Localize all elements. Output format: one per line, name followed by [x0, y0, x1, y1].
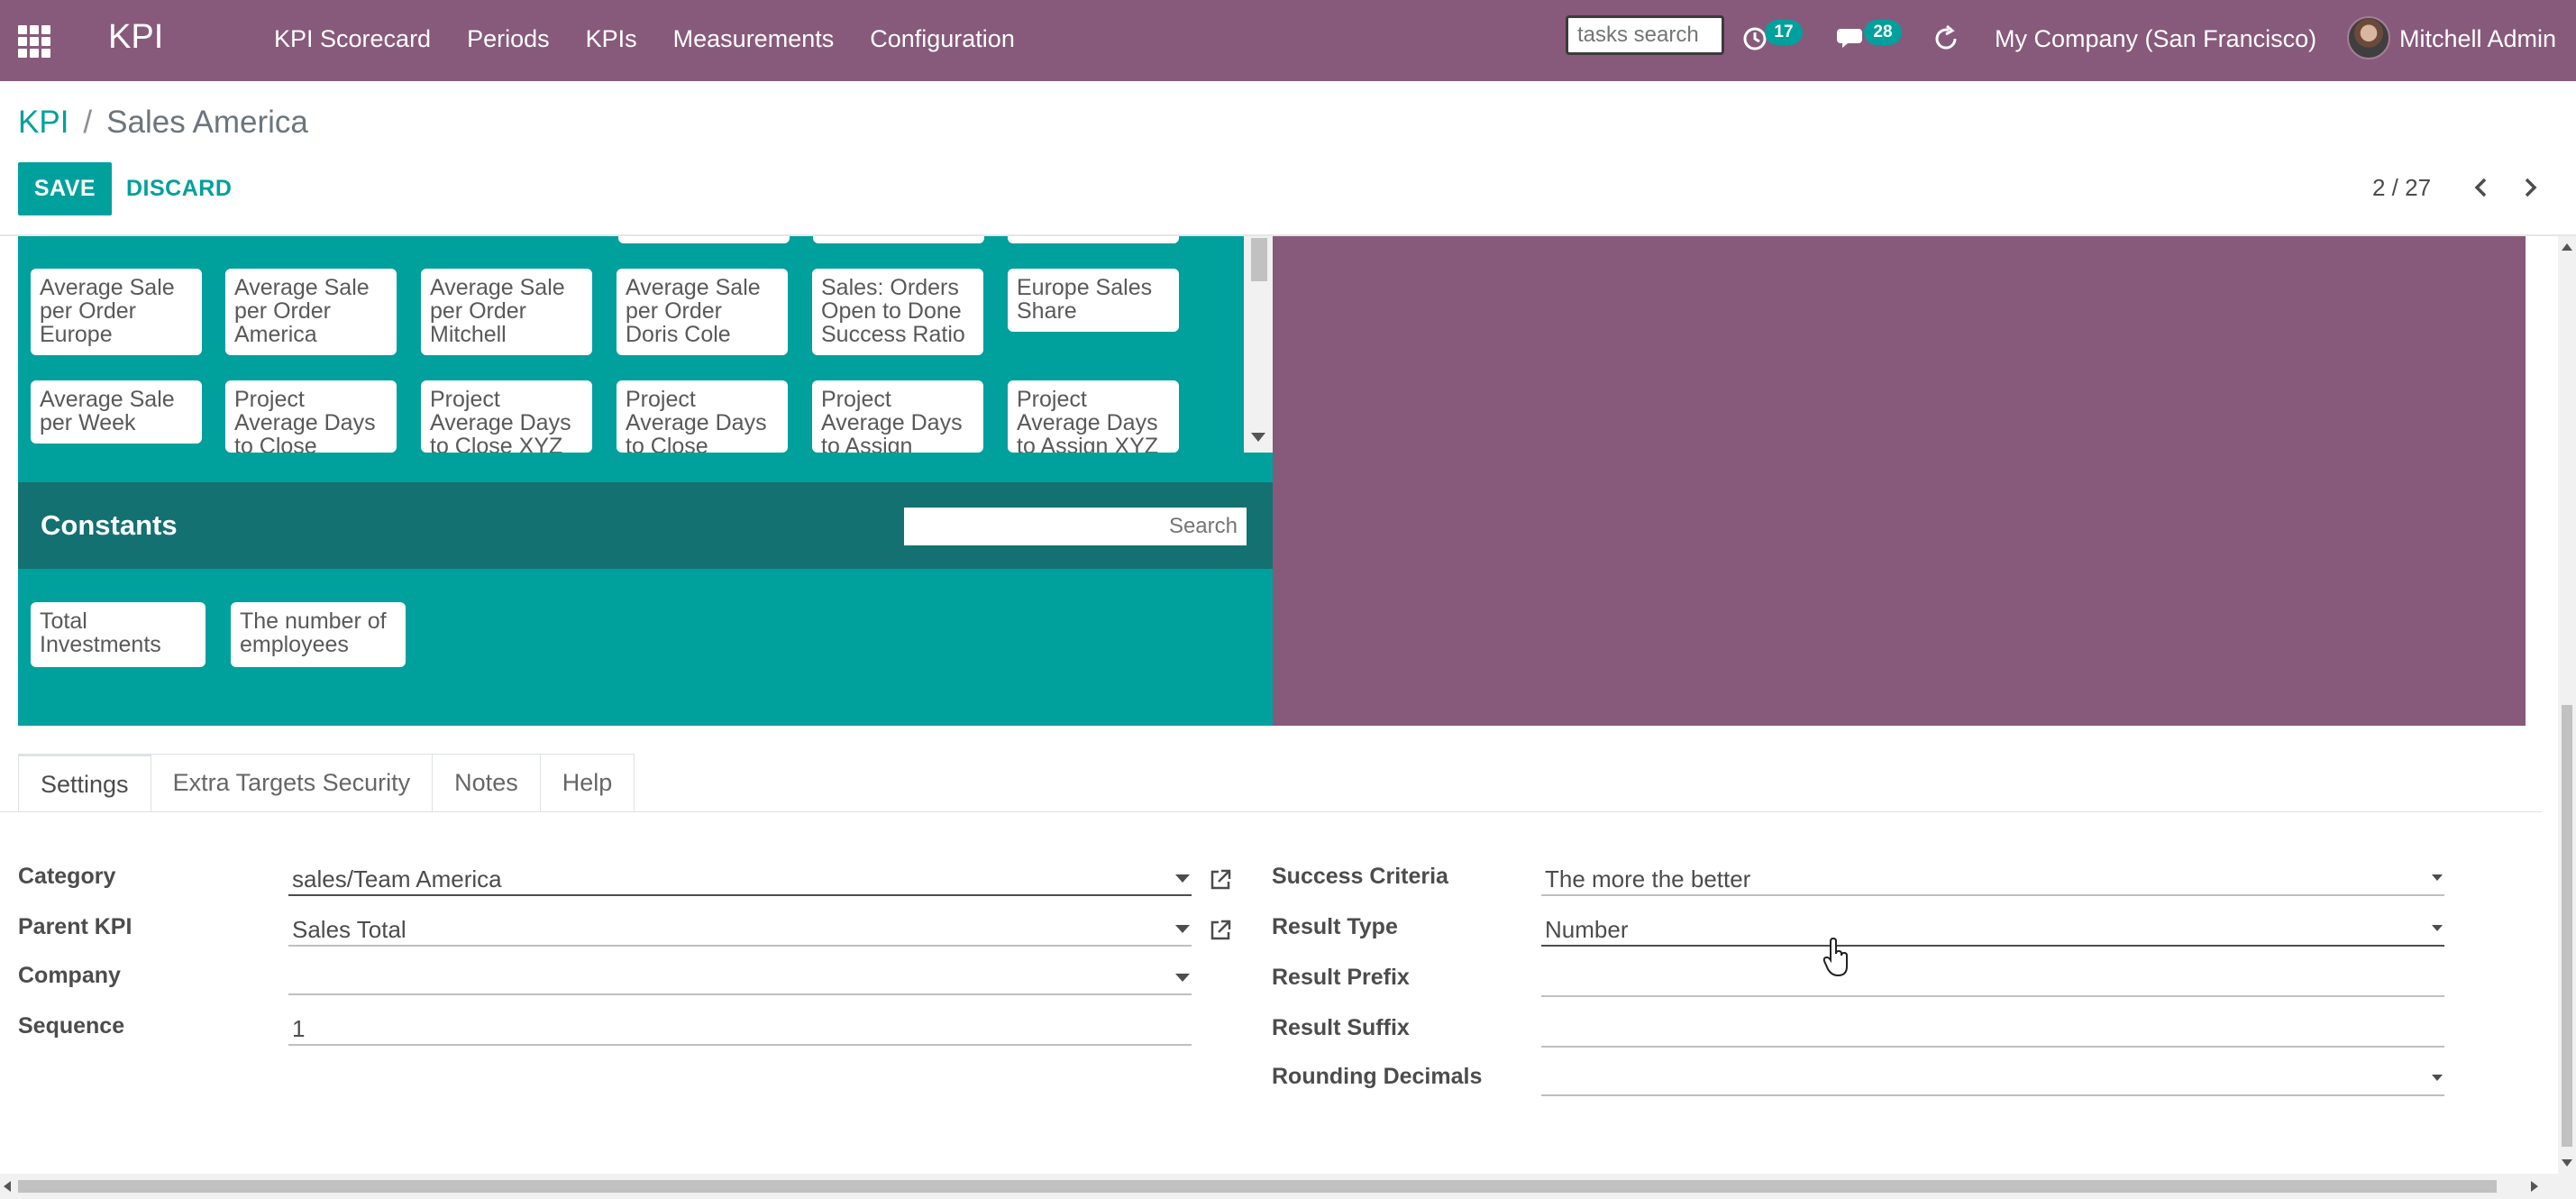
kpi-list-scroll-thumb[interactable] [1251, 238, 1267, 281]
kpi-card[interactable]: Project Average Days to Close [617, 380, 788, 453]
page-horizontal-scroll-thumb[interactable] [18, 1180, 2497, 1193]
breadcrumb-root-link[interactable]: KPI [18, 105, 69, 141]
page-vertical-scrollbar[interactable] [2558, 236, 2576, 1174]
menu-configuration[interactable]: Configuration [870, 25, 1015, 53]
kpi-card[interactable]: Project Average Days to Close [225, 380, 397, 453]
success-criteria-label: Success Criteria [1272, 864, 1448, 889]
parent-kpi-label: Parent KPI [18, 914, 132, 939]
result-suffix-input[interactable] [1541, 1011, 2444, 1048]
parent-kpi-value: Sales Total [292, 916, 406, 943]
result-prefix-label: Result Prefix [1272, 965, 1410, 990]
discard-button[interactable]: DISCARD [126, 162, 232, 215]
chevron-down-icon[interactable] [1175, 874, 1190, 883]
scroll-down-arrow-icon[interactable] [2562, 1159, 2572, 1167]
chevron-down-icon[interactable] [1175, 974, 1190, 982]
constants-header: Constants [18, 482, 1273, 569]
scrollbar-corner [2558, 1174, 2576, 1199]
sequence-field[interactable]: 1 [288, 1010, 1192, 1046]
tab-help[interactable]: Help [539, 754, 635, 811]
result-prefix-input[interactable] [1541, 961, 2444, 997]
pager-previous-icon[interactable] [2468, 171, 2495, 204]
parent-kpi-field[interactable]: Sales Total [288, 911, 1192, 947]
category-value: sales/Team America [292, 865, 502, 892]
result-type-select[interactable]: Number [1541, 911, 2444, 947]
category-label: Category [18, 864, 116, 889]
external-link-icon[interactable] [1208, 867, 1233, 892]
chevron-down-icon[interactable] [2432, 925, 2443, 931]
tab-extra-targets-security[interactable]: Extra Targets Security [150, 754, 434, 811]
scroll-left-arrow-icon[interactable] [4, 1181, 11, 1192]
kpi-card[interactable]: Project Average Days to Assign XYZ [1008, 380, 1179, 453]
kpi-card[interactable]: Sales: Orders Open to Done Success Ratio [812, 269, 983, 355]
page-horizontal-scrollbar[interactable] [0, 1174, 2558, 1199]
menu-kpi-scorecard[interactable]: KPI Scorecard [274, 25, 431, 53]
kpi-card[interactable]: Europe Sales Share [1008, 269, 1179, 332]
constant-card[interactable]: The number of employees [231, 602, 406, 667]
scroll-right-arrow-icon[interactable] [2531, 1181, 2538, 1192]
formula-preview-panel [1273, 236, 2526, 726]
top-navbar: KPI KPI Scorecard Periods KPIs Measureme… [0, 0, 2576, 81]
pager-next-icon[interactable] [2517, 171, 2544, 204]
external-link-icon[interactable] [1208, 918, 1233, 943]
menu-periods[interactable]: Periods [467, 25, 550, 53]
messages-count-badge: 28 [1864, 20, 1902, 45]
company-field[interactable] [288, 959, 1192, 995]
sequence-label: Sequence [18, 1013, 125, 1039]
user-avatar[interactable] [2347, 16, 2390, 59]
company-switcher[interactable]: My Company (San Francisco) [1995, 25, 2316, 53]
kpi-card[interactable]: Average Sale per Order Europe [31, 269, 202, 355]
result-suffix-label: Result Suffix [1272, 1015, 1410, 1040]
kpi-card-clipped[interactable] [1008, 236, 1179, 243]
tabs-divider [0, 811, 2542, 812]
refresh-icon[interactable] [1931, 23, 1961, 54]
rounding-decimals-label: Rounding Decimals [1272, 1064, 1483, 1089]
scroll-down-arrow-icon[interactable] [1251, 433, 1265, 442]
breadcrumb-current: Sales America [106, 105, 308, 140]
constants-title: Constants [41, 509, 178, 541]
menu-measurements[interactable]: Measurements [673, 25, 835, 53]
activity-count-badge: 17 [1765, 20, 1803, 45]
kpi-card-clipped[interactable] [813, 236, 984, 243]
company-label: Company [18, 963, 121, 988]
kpi-card[interactable]: Average Sale per Order Doris Cole [617, 269, 788, 355]
sequence-value: 1 [292, 1015, 306, 1042]
kpi-card[interactable]: Average Sale per Order America [225, 269, 397, 355]
pager-value[interactable]: 2 / 27 [2372, 174, 2431, 202]
chevron-down-icon[interactable] [1175, 925, 1190, 933]
kpi-card-clipped[interactable] [618, 236, 790, 243]
kpi-card[interactable]: Project Average Days to Assign [812, 380, 983, 453]
constant-card[interactable]: Total Investments [31, 602, 206, 667]
apps-menu-icon[interactable] [18, 25, 50, 58]
chevron-down-icon[interactable] [2432, 874, 2443, 881]
kpi-list-scrollbar[interactable] [1244, 236, 1273, 453]
constants-search-input[interactable] [904, 508, 1247, 545]
breadcrumb: KPI / Sales America [18, 105, 308, 141]
scroll-up-arrow-icon[interactable] [2562, 243, 2572, 251]
chevron-down-icon[interactable] [2432, 1075, 2443, 1081]
main-menu: KPI Scorecard Periods KPIs Measurements … [274, 25, 1051, 53]
kpi-card[interactable]: Project Average Days to Close XYZ [421, 380, 592, 453]
messages-icon[interactable] [1837, 23, 1868, 52]
page-vertical-scroll-thumb[interactable] [2562, 705, 2572, 1147]
success-criteria-value: The more the better [1545, 865, 1751, 892]
app-brand[interactable]: KPI [108, 18, 163, 57]
form-sheet: Average Sale per Order Europe Average Sa… [0, 236, 2558, 1174]
formula-builder-panel: Average Sale per Order Europe Average Sa… [18, 236, 1273, 726]
menu-kpis[interactable]: KPIs [586, 25, 637, 53]
kpi-card[interactable]: Average Sale per Order Mitchell [421, 269, 592, 355]
tasks-search-input[interactable] [1566, 15, 1724, 55]
success-criteria-select[interactable]: The more the better [1541, 860, 2444, 896]
tab-settings[interactable]: Settings [18, 754, 151, 811]
breadcrumb-separator: / [83, 105, 93, 140]
notebook-tabs: Settings Extra Targets Security Notes He… [18, 754, 635, 811]
tab-notes[interactable]: Notes [432, 754, 541, 811]
rounding-decimals-select[interactable] [1541, 1060, 2444, 1096]
result-type-label: Result Type [1272, 914, 1398, 939]
save-button[interactable]: SAVE [18, 162, 112, 215]
category-field[interactable]: sales/Team America [288, 860, 1192, 896]
result-type-value: Number [1545, 916, 1629, 943]
user-menu[interactable]: Mitchell Admin [2399, 25, 2556, 53]
hand-cursor-icon [1822, 938, 1848, 977]
kpi-card[interactable]: Average Sale per Week [31, 380, 202, 444]
